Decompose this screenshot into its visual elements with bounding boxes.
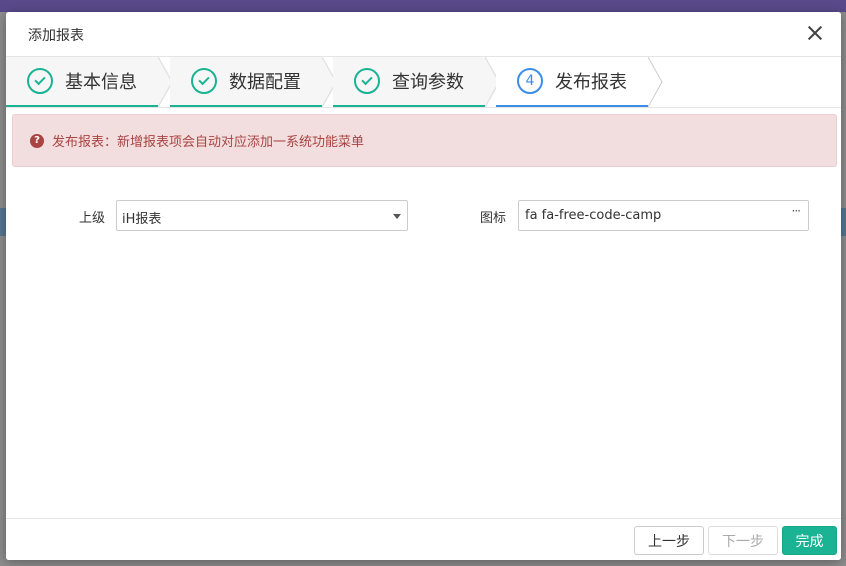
info-alert: ? 发布报表：新增报表项会自动对应添加一系统功能菜单 xyxy=(12,114,837,167)
step-basic-info[interactable]: 基本信息 xyxy=(6,57,158,107)
wizard-steps: 基本信息 数据配置 查询参数 4 发布报表 xyxy=(6,57,841,108)
close-icon[interactable] xyxy=(805,23,825,43)
dialog-title: 添加报表 xyxy=(28,28,84,44)
dialog-footer: 上一步 下一步 完成 xyxy=(6,518,841,560)
icon-label: 图标 xyxy=(480,211,507,226)
check-icon xyxy=(191,68,217,94)
step-label: 数据配置 xyxy=(229,72,301,93)
add-report-dialog: 添加报表 基本信息 数据配置 查询参数 4 发布报表 ? 发布报表：新增报表项会… xyxy=(6,12,841,560)
question-circle-icon: ? xyxy=(30,133,44,148)
check-icon xyxy=(27,68,53,94)
background-top-bar xyxy=(0,0,846,12)
parent-select-value: iH报表 xyxy=(122,212,162,227)
chevron-down-icon xyxy=(393,214,401,219)
step-data-config[interactable]: 数据配置 xyxy=(170,57,322,107)
more-icon[interactable]: ··· xyxy=(792,204,802,218)
step-publish-report[interactable]: 4 发布报表 xyxy=(496,57,648,107)
step-query-params[interactable]: 查询参数 xyxy=(333,57,485,107)
parent-select[interactable]: iH报表 xyxy=(116,200,408,231)
step-separator-icon xyxy=(648,57,663,107)
step-label: 发布报表 xyxy=(555,72,627,93)
icon-field-value: fa fa-free-code-camp xyxy=(525,208,662,223)
step-label: 查询参数 xyxy=(392,72,464,93)
finish-button[interactable]: 完成 xyxy=(782,526,837,555)
step-number: 4 xyxy=(517,68,543,94)
step-label: 基本信息 xyxy=(65,72,137,93)
check-icon xyxy=(354,68,380,94)
next-step-button[interactable]: 下一步 xyxy=(708,526,778,555)
dialog-header: 添加报表 xyxy=(6,12,841,57)
previous-step-button[interactable]: 上一步 xyxy=(634,526,704,555)
alert-text: 发布报表：新增报表项会自动对应添加一系统功能菜单 xyxy=(52,135,365,150)
icon-field[interactable]: fa fa-free-code-camp ··· xyxy=(518,200,809,231)
parent-label: 上级 xyxy=(79,211,106,226)
